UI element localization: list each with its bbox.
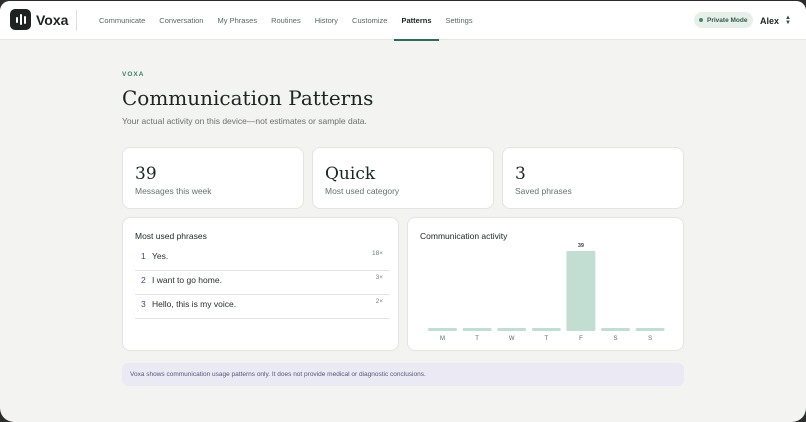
app-name[interactable]: Voxa: [36, 12, 68, 28]
x-tick-label-0: M: [440, 336, 445, 342]
disclaimer-text: Voxa shows communication usage patterns …: [130, 371, 426, 378]
bar-5: [601, 328, 630, 331]
phrase-text: Yes.: [152, 251, 169, 261]
stat-card-messages: 39 Messages this week: [122, 147, 304, 209]
x-tick-label-1: T: [475, 336, 479, 342]
stat-value: 39: [135, 164, 157, 184]
x-tick-label-6: S: [648, 336, 652, 342]
app-window: Voxa Communicate Conversation My Phrases…: [0, 1, 806, 422]
x-tick-label-3: T: [544, 336, 548, 342]
list-item[interactable]: 3 Hello, this is my voice. 2×: [135, 295, 389, 319]
phrase-count: 2×: [375, 298, 383, 305]
bar-0: [428, 328, 457, 331]
phrase-rank: 2: [141, 275, 146, 285]
nav-item-history[interactable]: History: [308, 1, 345, 40]
nav-item-communicate[interactable]: Communicate: [92, 1, 152, 40]
stat-value: Quick: [325, 164, 376, 184]
brand-divider: [76, 10, 77, 31]
bar-6: [635, 328, 665, 331]
stat-card-saved-phrases: 3 Saved phrases: [502, 147, 684, 209]
phrase-count: 3×: [375, 274, 383, 281]
stat-label: Messages this week: [135, 186, 212, 196]
nav-item-settings[interactable]: Settings: [439, 1, 480, 40]
user-switcher[interactable]: Alex ▲ ▼: [760, 13, 791, 28]
page-title: Communication Patterns: [122, 86, 374, 110]
activity-chart-card: Communication activity M T W T F 39 S S: [407, 217, 684, 351]
chevron-up-down-icon: ▲ ▼: [785, 14, 791, 26]
stat-label: Most used category: [325, 186, 400, 196]
voxa-logo-icon[interactable]: [10, 9, 31, 30]
data-label-4: 39: [578, 243, 584, 249]
bar-2: [497, 328, 527, 331]
list-item[interactable]: 1 Yes. 18×: [135, 247, 389, 271]
status-dot-icon: [699, 18, 703, 22]
x-tick-label-5: S: [613, 336, 617, 342]
private-mode-label: Private Mode: [707, 16, 748, 24]
most-used-phrases-card: Most used phrases 1 Yes. 18× 2 I want to…: [122, 217, 399, 351]
user-name: Alex: [760, 15, 780, 26]
disclaimer-banner: Voxa shows communication usage patterns …: [122, 363, 684, 386]
phrases-card-title: Most used phrases: [135, 231, 207, 241]
stat-value: 3: [515, 164, 526, 184]
activity-bar-chart: M T W T F 39 S S: [428, 243, 665, 342]
x-tick-label-4: F: [579, 336, 583, 342]
phrase-count: 18×: [371, 250, 383, 257]
stat-card-category: Quick Most used category: [312, 147, 494, 209]
private-mode-badge[interactable]: Private Mode: [694, 12, 754, 28]
phrase-rank: 1: [141, 251, 146, 261]
bar-3: [531, 328, 561, 331]
list-item[interactable]: 2 I want to go home. 3×: [135, 271, 389, 295]
nav-item-customize[interactable]: Customize: [345, 1, 394, 40]
bar-4: [566, 251, 596, 331]
main-nav: Communicate Conversation My Phrases Rout…: [92, 1, 480, 41]
nav-item-routines[interactable]: Routines: [264, 1, 308, 40]
nav-item-patterns[interactable]: Patterns: [394, 1, 439, 41]
phrase-text: I want to go home.: [152, 275, 222, 285]
nav-item-conversation[interactable]: Conversation: [152, 1, 210, 40]
nav-item-my-phrases[interactable]: My Phrases: [210, 1, 264, 40]
stat-label: Saved phrases: [515, 186, 572, 196]
bar-1: [462, 328, 492, 331]
page-eyebrow: VOXA: [122, 71, 145, 78]
x-tick-label-2: W: [509, 336, 515, 342]
top-navigation-bar: Voxa Communicate Conversation My Phrases…: [0, 1, 806, 41]
page-subtitle: Your actual activity on this device—not …: [122, 116, 367, 126]
phrase-list: 1 Yes. 18× 2 I want to go home. 3× 3 Hel…: [135, 247, 389, 319]
phrase-text: Hello, this is my voice.: [152, 299, 237, 309]
phrase-rank: 3: [141, 299, 146, 309]
